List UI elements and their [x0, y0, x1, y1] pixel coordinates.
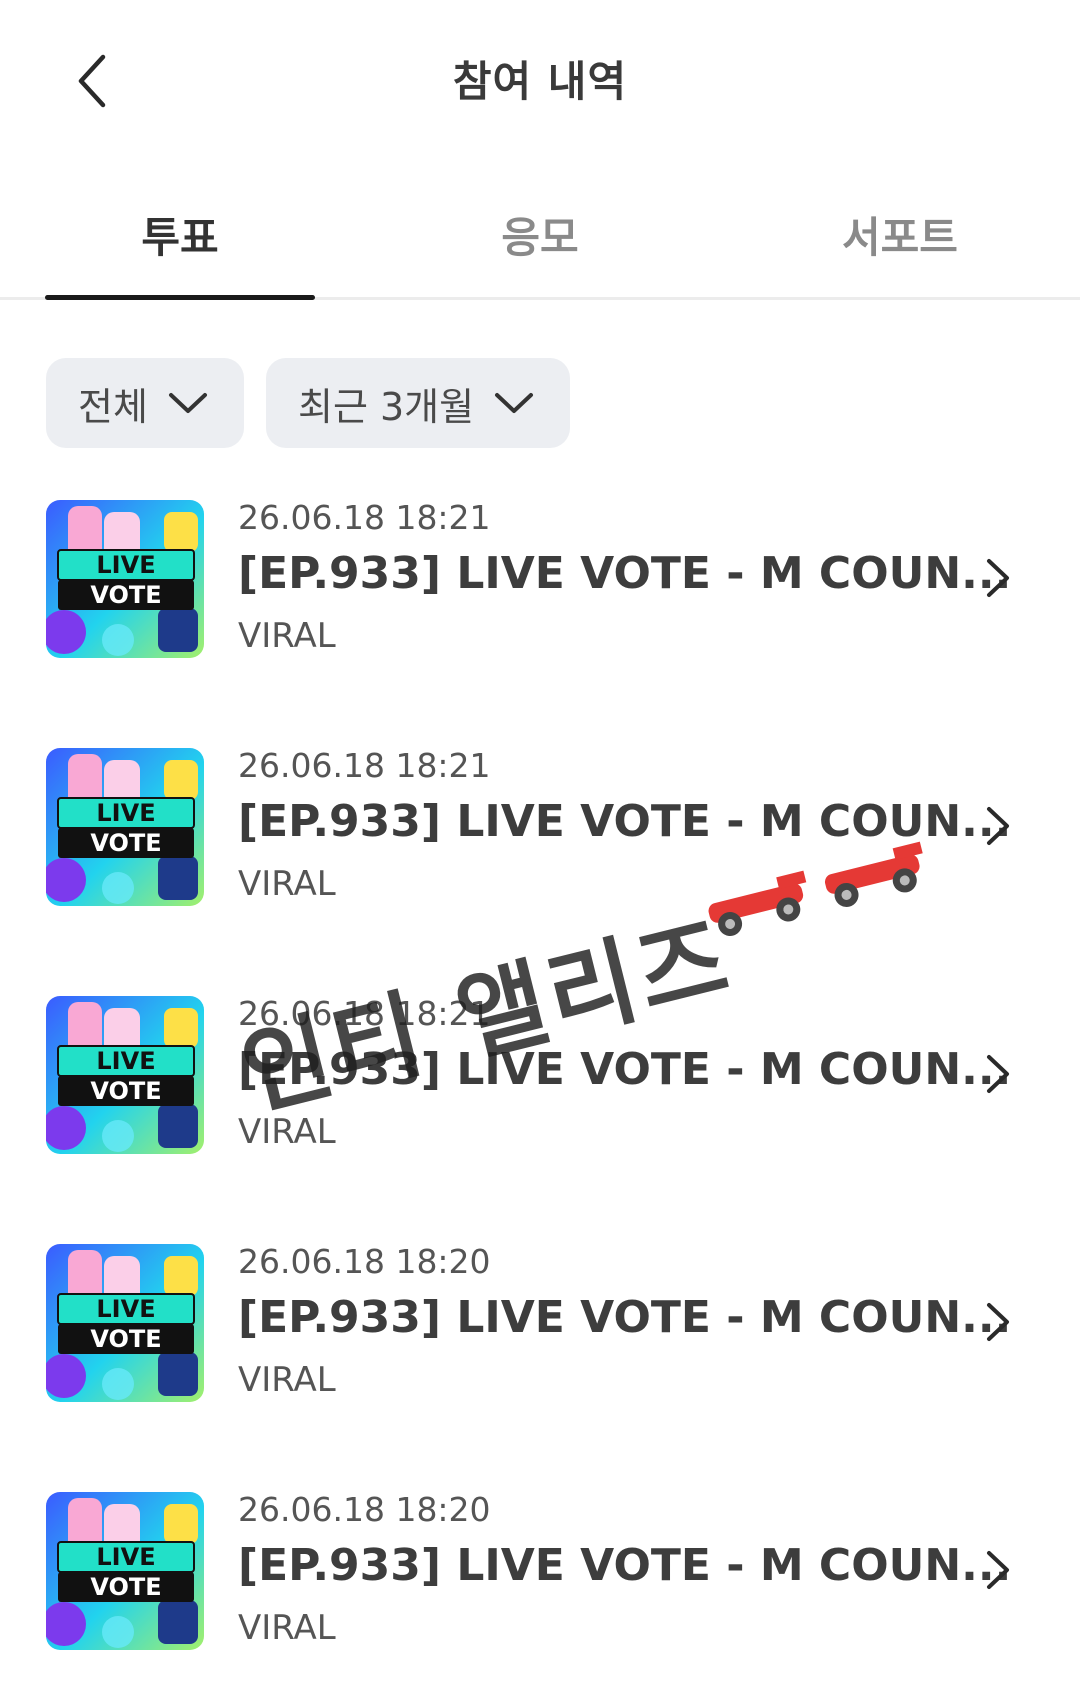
thumb-label-vote: VOTE: [90, 1077, 161, 1105]
thumb-label-vote: VOTE: [90, 829, 161, 857]
chevron-down-icon: [168, 393, 207, 413]
vote-thumbnail: LIVE VOTE: [46, 996, 204, 1154]
item-date: 26.06.18 18:20: [238, 1242, 491, 1281]
chevron-right-icon[interactable]: [978, 554, 1018, 602]
participation-history-screen: 참여 내역 투표 응모 서포트 전체 최근 3개월 LIVE VOTE 26.0…: [0, 0, 1080, 1690]
item-date: 26.06.18 18:21: [238, 746, 491, 785]
vote-thumbnail: LIVE VOTE: [46, 500, 204, 658]
chevron-right-icon[interactable]: [978, 1050, 1018, 1098]
item-title: [EP.933] LIVE VOTE - M COUN...: [238, 1540, 1012, 1591]
list-item[interactable]: LIVE VOTE 26.06.18 18:21 [EP.933] LIVE V…: [0, 746, 1080, 994]
active-tab-indicator: [45, 295, 315, 300]
tab-entry[interactable]: 응모: [405, 180, 675, 297]
item-date: 26.06.18 18:20: [238, 1490, 491, 1529]
page-title: 참여 내역: [452, 57, 628, 106]
item-source: VIRAL: [238, 1112, 336, 1152]
list-item[interactable]: LIVE VOTE 26.06.18 18:21 [EP.933] LIVE V…: [0, 994, 1080, 1242]
item-title: [EP.933] LIVE VOTE - M COUN...: [238, 1044, 1012, 1095]
category-filter-dropdown[interactable]: 전체: [46, 358, 244, 448]
list-item[interactable]: LIVE VOTE 26.06.18 18:20 [EP.933] LIVE V…: [0, 1242, 1080, 1490]
tab-vote[interactable]: 투표: [45, 180, 315, 297]
period-filter-dropdown[interactable]: 최근 3개월: [266, 358, 570, 448]
thumb-label-live: LIVE: [96, 799, 155, 827]
thumb-label-vote: VOTE: [90, 1573, 161, 1601]
thumb-label-vote: VOTE: [90, 1325, 161, 1353]
item-title: [EP.933] LIVE VOTE - M COUN...: [238, 548, 1012, 599]
chevron-right-icon[interactable]: [978, 1546, 1018, 1594]
item-source: VIRAL: [238, 616, 336, 656]
vote-thumbnail: LIVE VOTE: [46, 1244, 204, 1402]
thumb-label-vote: VOTE: [90, 581, 161, 609]
tab-support[interactable]: 서포트: [765, 180, 1035, 297]
vote-thumbnail: LIVE VOTE: [46, 748, 204, 906]
item-title: [EP.933] LIVE VOTE - M COUN...: [238, 1292, 1012, 1343]
item-source: VIRAL: [238, 864, 336, 904]
thumb-label-live: LIVE: [96, 1047, 155, 1075]
item-date: 26.06.18 18:21: [238, 994, 491, 1033]
list-item[interactable]: LIVE VOTE 26.06.18 18:20 [EP.933] LIVE V…: [0, 1490, 1080, 1690]
chevron-down-icon: [495, 393, 534, 413]
vote-history-list: LIVE VOTE 26.06.18 18:21 [EP.933] LIVE V…: [0, 498, 1080, 1690]
category-filter-label: 전체: [78, 384, 148, 429]
item-title: [EP.933] LIVE VOTE - M COUN...: [238, 796, 1012, 847]
tab-bar: 투표 응모 서포트: [0, 180, 1080, 300]
filter-bar: 전체 최근 3개월: [46, 358, 570, 448]
chevron-right-icon[interactable]: [978, 802, 1018, 850]
list-item[interactable]: LIVE VOTE 26.06.18 18:21 [EP.933] LIVE V…: [0, 498, 1080, 746]
period-filter-label: 최근 3개월: [298, 384, 475, 429]
thumb-label-live: LIVE: [96, 551, 155, 579]
item-source: VIRAL: [238, 1360, 336, 1400]
thumb-label-live: LIVE: [96, 1543, 155, 1571]
header: 참여 내역: [0, 0, 1080, 160]
item-date: 26.06.18 18:21: [238, 498, 491, 537]
thumb-label-live: LIVE: [96, 1295, 155, 1323]
chevron-right-icon[interactable]: [978, 1298, 1018, 1346]
item-source: VIRAL: [238, 1608, 336, 1648]
vote-thumbnail: LIVE VOTE: [46, 1492, 204, 1650]
